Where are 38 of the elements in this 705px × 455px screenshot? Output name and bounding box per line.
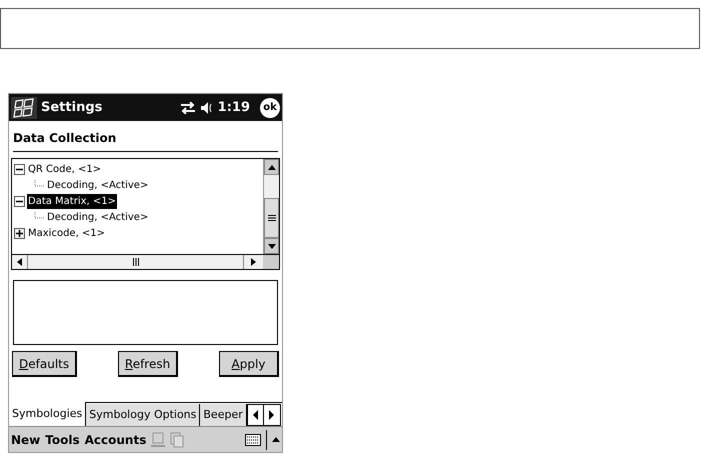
up-arrow-icon[interactable] [272,437,280,442]
right-arrow-icon[interactable] [269,410,274,420]
ok-button[interactable]: ok [260,98,280,118]
text-area[interactable] [13,280,278,345]
window-title: Settings [41,98,102,117]
tab[interactable]: Symbologies [9,402,86,426]
grip-icon[interactable] [132,258,138,266]
minus-box-icon[interactable] [14,164,25,174]
keyboard-icon[interactable] [245,434,261,446]
right-arrow-icon[interactable] [251,258,256,266]
dialog-button[interactable]: Apply [218,351,279,377]
minus-box-icon[interactable] [14,196,25,206]
menu-item[interactable]: Accounts [84,430,146,448]
down-arrow-icon[interactable] [268,244,276,248]
tree-item[interactable]: QR Code, <1> [27,162,102,176]
tree-item[interactable]: Maxicode, <1> [27,226,106,240]
left-arrow-icon[interactable] [252,410,258,420]
tree-item[interactable]: Decoding, <Active> [46,210,150,224]
tree-item[interactable]: Data Matrix, <1> [27,194,118,208]
section-title: Data Collection [13,131,116,145]
windows-logo-icon[interactable] [11,96,37,118]
tree-item[interactable]: Decoding, <Active> [46,178,150,192]
scrollbar-corner [263,255,279,269]
clock[interactable]: 1:19 [218,98,250,118]
dialog-button[interactable]: Refresh [118,351,178,377]
plus-box-icon[interactable] [14,228,25,238]
menu-item[interactable]: Tools [45,430,80,448]
up-arrow-icon[interactable] [268,164,276,170]
vertical-scrollbar[interactable] [263,159,279,254]
grip-icon[interactable] [268,215,276,221]
tab[interactable]: Beeper [200,404,247,426]
speaker-icon[interactable] [200,102,214,114]
left-arrow-icon[interactable] [17,258,22,266]
dialog-button[interactable]: Defaults [12,351,78,377]
tab[interactable]: Symbology Options [86,404,200,426]
connectivity-icon[interactable] [180,102,196,114]
horizontal-scrollbar[interactable] [12,254,279,269]
menu-item[interactable]: New [11,430,40,448]
